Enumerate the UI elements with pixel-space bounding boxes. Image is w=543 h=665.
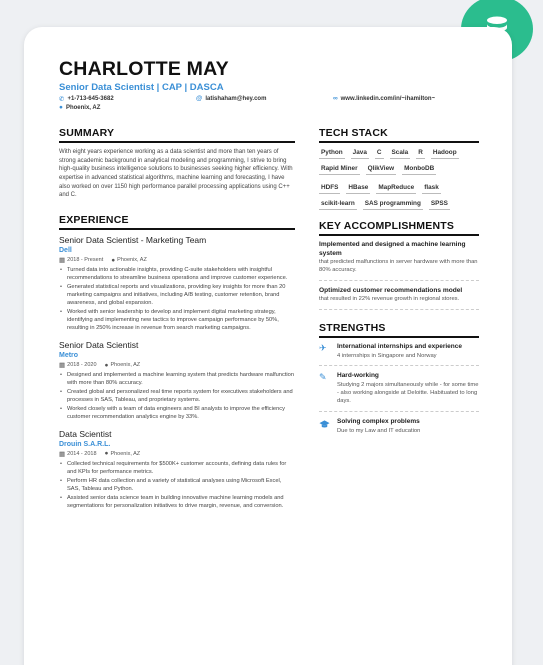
tech-tag: Python	[319, 148, 345, 159]
job-entry: Senior Data Scientist - Marketing Team D…	[59, 235, 295, 333]
accomplishment-item: Optimized customer recommendations model…	[319, 286, 479, 311]
job-location: Phoenix, AZ	[110, 450, 141, 457]
tech-tags-row: HDFS HBase MapReduce flask scikit-learn …	[319, 183, 479, 210]
strength-item: Solving complex problems Due to my Law a…	[319, 418, 479, 440]
job-entry: Senior Data Scientist Metro ▦ 2018 - 2020…	[59, 340, 295, 422]
accomplishment-item: Implemented and designed a machine learn…	[319, 241, 479, 281]
job-bullet: Generated statistical reports and visual…	[59, 284, 295, 308]
job-bullet: Turned data into actionable insights, pr…	[59, 267, 295, 283]
graduation-cap-icon	[319, 418, 331, 435]
job-company: Drouin S.A.R.L.	[59, 440, 111, 448]
job-company: Dell	[59, 247, 72, 255]
phone-contact: ✆ +1-713-645-3682	[59, 95, 114, 103]
tech-tag: flask	[422, 183, 441, 194]
tech-tag: SPSS	[428, 199, 450, 210]
strength-title: Hard-working	[337, 372, 379, 380]
strength-item: ✎ Hard-working Studying 2 majors simulta…	[319, 372, 479, 412]
tech-tag: C	[374, 148, 384, 159]
location-contact: ● Phoenix, AZ	[59, 104, 100, 111]
candidate-name: CHARLOTTE MAY	[59, 58, 229, 80]
tech-tag: HDFS	[319, 183, 341, 194]
strength-desc: Studying 2 majors simultaneously while -…	[337, 382, 479, 405]
airplane-icon: ✈	[319, 343, 327, 354]
job-bullets: Collected technical requirements for $50…	[59, 461, 295, 511]
resume-page: CHARLOTTE MAY Senior Data Scientist | CA…	[24, 27, 512, 665]
pen-icon: ✎	[319, 372, 327, 383]
strength-title: International internships and experience	[337, 343, 462, 351]
job-role: Senior Data Scientist	[59, 340, 139, 350]
job-bullet: Perform HR data collection and a variety…	[59, 478, 295, 494]
phone-text: +1-713-645-3682	[67, 96, 114, 102]
accomplishment-title: Optimized customer recommendations model	[319, 286, 463, 294]
accomplishment-desc: that predicted malfunctions in server ha…	[319, 259, 478, 273]
email-contact[interactable]: @ latishaham@hey.com	[196, 95, 266, 102]
left-column: SUMMARY With eight years experience work…	[59, 127, 295, 518]
job-entry: Data Scientist Drouin S.A.R.L. ▦ 2014 - 2…	[59, 429, 295, 511]
strengths-heading: STRENGTHS	[319, 322, 479, 339]
tech-tag: R	[416, 148, 425, 159]
job-role: Senior Data Scientist - Marketing Team	[59, 235, 207, 246]
location-pin-icon: ●	[59, 104, 63, 111]
job-bullets: Designed and implemented a machine learn…	[59, 372, 295, 422]
link-icon: ∞	[333, 95, 338, 102]
candidate-title: Senior Data Scientist | CAP | DASCA	[59, 82, 224, 93]
job-location: Phoenix, AZ	[110, 362, 141, 368]
job-company: Metro	[59, 352, 79, 359]
calendar-icon: ▦	[59, 257, 66, 265]
tech-tag: Hadoop	[430, 148, 459, 159]
location-pin-icon: ●	[104, 361, 109, 369]
strength-title: Solving complex problems	[337, 417, 420, 425]
tech-tag: scikit-learn	[319, 199, 357, 210]
email-text[interactable]: latishaham@hey.com	[205, 96, 266, 102]
job-bullet: Worked closely with a team of data engin…	[59, 406, 295, 422]
summary-heading: SUMMARY	[59, 127, 295, 143]
email-icon: @	[196, 95, 203, 102]
job-dates: 2018 - Present	[67, 257, 104, 264]
job-bullet: Assisted senior data science team in bui…	[59, 495, 295, 511]
right-column: TECH STACK Python Java C Scala R Hadoop …	[319, 127, 479, 446]
accomplishments-heading: KEY ACCOMPLISHMENTS	[319, 220, 479, 236]
job-meta: ▦ 2018 - 2020 ● Phoenix, AZ	[59, 361, 295, 370]
tech-tag: Rapid Miner	[319, 164, 360, 175]
tech-tag: SAS programming	[362, 199, 423, 210]
location-text: Phoenix, AZ	[65, 104, 101, 111]
tech-tag: QlikView	[365, 164, 397, 175]
job-dates: 2018 - 2020	[67, 362, 97, 368]
summary-text: With eight years experience working as a…	[59, 149, 293, 199]
job-location: Phoenix, AZ	[117, 257, 147, 264]
job-dates: 2014 - 2018	[67, 450, 97, 457]
linkedin-contact[interactable]: ∞ www.linkedin.com/in/~ihamilton~	[333, 95, 435, 102]
strength-desc: Due to my Law and IT education	[337, 427, 421, 434]
job-bullet: Designed and implemented a machine learn…	[59, 372, 295, 388]
strength-desc: 4 internships in Singapore and Norway	[337, 353, 437, 360]
calendar-icon: ▦	[59, 450, 66, 458]
job-bullet: Worked with senior leadership to develop…	[59, 309, 295, 333]
experience-heading: EXPERIENCE	[59, 214, 295, 231]
tech-tag: HBase	[346, 183, 371, 194]
linkedin-text[interactable]: www.linkedin.com/in/~ihamilton~	[341, 96, 435, 102]
phone-icon: ✆	[59, 96, 65, 103]
tech-tag: MonboDB	[402, 164, 437, 175]
tech-tag: MapReduce	[376, 183, 417, 194]
strength-item: ✈ International internships and experien…	[319, 343, 479, 367]
job-bullet: Created global and personalized real tim…	[59, 389, 295, 405]
tech-tag: Java	[350, 148, 369, 159]
job-bullet: Collected technical requirements for $50…	[59, 461, 295, 477]
accomplishment-title: Implemented and designed a machine learn…	[319, 241, 466, 257]
tech-tag: Scala	[389, 148, 411, 159]
calendar-icon: ▦	[59, 362, 66, 369]
job-meta: ▦ 2014 - 2018 ● Phoenix, AZ	[59, 450, 295, 458]
job-bullets: Turned data into actionable insights, pr…	[59, 267, 295, 333]
job-meta: ▦ 2018 - Present ● Phoenix, AZ	[59, 256, 295, 265]
location-pin-icon: ●	[111, 256, 116, 264]
tech-tags-row: Python Java C Scala R Hadoop Rapid Miner…	[319, 148, 479, 175]
job-role: Data Scientist	[59, 428, 112, 439]
accomplishment-desc: that resulted in 22% revenue growth in r…	[319, 296, 460, 303]
tech-stack-heading: TECH STACK	[319, 127, 479, 143]
location-pin-icon: ●	[104, 450, 109, 458]
